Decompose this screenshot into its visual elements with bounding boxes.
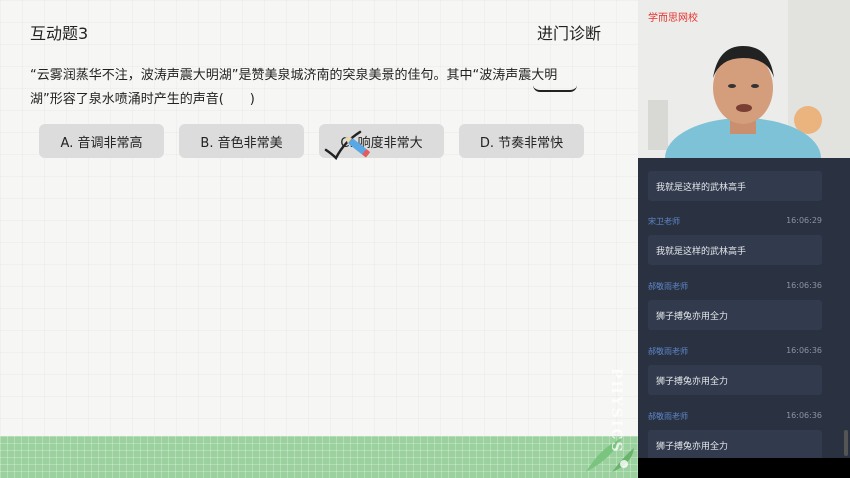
- slide-title: 互动题3: [30, 24, 89, 43]
- chat-sender: 郝敬雨老师: [648, 347, 688, 356]
- chat-time: 16:06:36: [786, 346, 822, 355]
- option-d-button[interactable]: D. 节奏非常快: [459, 124, 584, 158]
- chat-panel[interactable]: 我就是这样的武林高手 宋卫老师 16:06:29 我就是这样的武林高手 郝敬雨老…: [638, 158, 850, 458]
- handwritten-underline: [533, 85, 577, 92]
- chat-message: 狮子搏兔亦用全力: [648, 430, 822, 458]
- question-text: “云雾润蒸华不注，波涛声震大明湖”是赞美泉城济南的突泉美景的佳句。其中“波涛声震…: [30, 64, 610, 112]
- brand-logo: 学而思网校: [648, 13, 698, 24]
- chat-scrollbar[interactable]: [844, 430, 848, 456]
- check-mark-icon: [324, 130, 370, 161]
- pen-icon: [345, 136, 370, 158]
- chat-message: 我就是这样的武林高手: [648, 171, 822, 201]
- chat-sender: 郝敬雨老师: [648, 412, 688, 421]
- question-part1: “云雾润蒸华不注，波涛声震大明湖”是赞美泉城济南的突泉美景的佳句。其中“: [30, 68, 480, 83]
- chat-message: 狮子搏兔亦用全力: [648, 300, 822, 330]
- chat-time: 16:06:36: [786, 281, 822, 290]
- chat-time: 16:06:36: [786, 411, 822, 420]
- question-part2: 湖”形容了泉水喷涌时产生的声音( ): [30, 92, 255, 107]
- chat-message: 我就是这样的武林高手: [648, 235, 822, 265]
- slide-section-label: 进门诊断: [536, 24, 601, 43]
- question-highlight: 波涛声震大明: [479, 68, 558, 83]
- option-b-button[interactable]: B. 音色非常美: [179, 124, 304, 158]
- chat-message: 狮子搏兔亦用全力: [648, 365, 822, 395]
- chat-sender: 宋卫老师: [648, 217, 680, 226]
- chat-sender: 郝敬雨老师: [648, 282, 688, 291]
- physics-watermark: PHYSICS: [608, 368, 624, 454]
- chat-time: 16:06:29: [786, 216, 822, 225]
- slide-canvas: 互动题3 进门诊断 “云雾润蒸华不注，波涛声震大明湖”是赞美泉城济南的突泉美景的…: [0, 0, 638, 478]
- option-a-button[interactable]: A. 音调非常高: [39, 124, 164, 158]
- chat-footer-bar: [638, 458, 850, 478]
- decorative-footer: [0, 436, 638, 478]
